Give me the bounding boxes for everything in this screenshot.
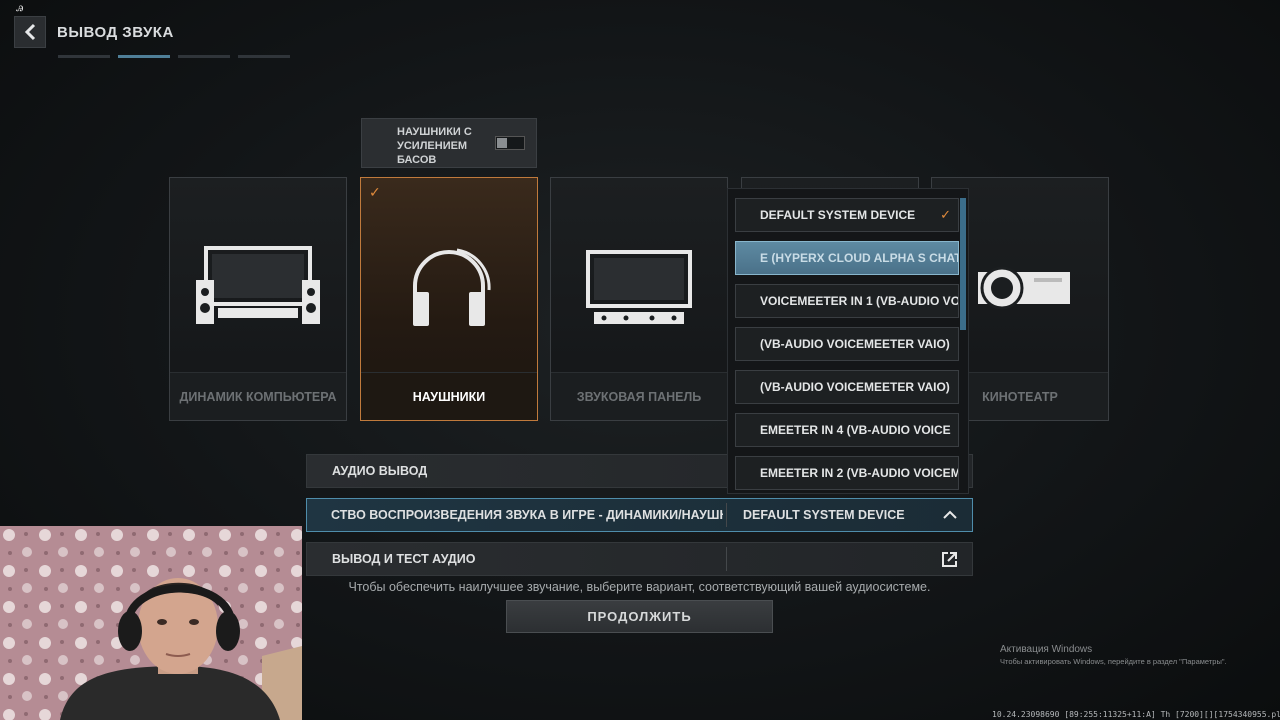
option-label: (VB-AUDIO VOICEMEETER VAIO) bbox=[760, 337, 950, 351]
dropdown-option[interactable]: (VB-AUDIO VOICEMEETER VAIO) bbox=[735, 370, 959, 404]
divider bbox=[726, 547, 727, 571]
back-button[interactable] bbox=[14, 16, 46, 48]
toggle-knob bbox=[497, 138, 507, 148]
dropdown-option[interactable]: EMEETER IN 2 (VB-AUDIO VOICEM bbox=[735, 456, 959, 490]
webcam-overlay bbox=[0, 526, 302, 720]
option-label: DEFAULT SYSTEM DEVICE bbox=[760, 208, 916, 222]
option-label: EMEETER IN 4 (VB-AUDIO VOICE bbox=[760, 423, 951, 437]
playback-device-value: DEFAULT SYSTEM DEVICE bbox=[743, 508, 905, 522]
device-label: ЗВУКОВАЯ ПАНЕЛЬ bbox=[551, 372, 727, 420]
playback-device-label: СТВО ВОСПРОИЗВЕДЕНИЯ ЗВУКА В ИГРЕ - ДИНА… bbox=[331, 508, 723, 522]
device-card-soundbar[interactable]: ЗВУКОВАЯ ПАНЕЛЬ bbox=[550, 177, 728, 421]
step-indicator-1 bbox=[58, 55, 110, 58]
dropdown-option[interactable]: E (HYPERX CLOUD ALPHA S CHAT) bbox=[735, 241, 959, 275]
continue-button[interactable]: ПРОДОЛЖИТЬ bbox=[506, 600, 773, 633]
step-indicator-3 bbox=[178, 55, 230, 58]
device-label: НАУШНИКИ bbox=[361, 372, 537, 420]
build-info: 10.24.23098690 [89:255:11325+11:A] Th [7… bbox=[992, 710, 1280, 719]
device-label: ДИНАМИК КОМПЬЮТЕРА bbox=[170, 372, 346, 420]
device-card-headphones[interactable]: ✓ НАУШНИКИ bbox=[360, 177, 538, 421]
windows-activation-subtitle: Чтобы активировать Windows, перейдите в … bbox=[1000, 657, 1227, 666]
step-indicator-2 bbox=[118, 55, 170, 58]
logo-glyph: ꭿ bbox=[16, 0, 24, 14]
soundbar-tv-icon bbox=[551, 218, 727, 358]
home-theater-speakers-icon bbox=[170, 218, 346, 358]
checkmark-icon: ✓ bbox=[369, 184, 381, 200]
dropdown-option[interactable]: EMEETER IN 4 (VB-AUDIO VOICE bbox=[735, 413, 959, 447]
test-audio-row[interactable]: ВЫВОД И ТЕСТ АУДИО bbox=[306, 542, 973, 576]
test-audio-label: ВЫВОД И ТЕСТ АУДИО bbox=[332, 552, 476, 566]
page-title: ВЫВОД ЗВУКА bbox=[57, 24, 174, 41]
hint-text: Чтобы обеспечить наилучшее звучание, выб… bbox=[348, 580, 931, 594]
step-indicator-4 bbox=[238, 55, 290, 58]
bass-boost-toggle[interactable] bbox=[495, 136, 525, 150]
option-label: (VB-AUDIO VOICEMEETER VAIO) bbox=[760, 380, 950, 394]
option-label: E (HYPERX CLOUD ALPHA S CHAT) bbox=[760, 251, 959, 265]
checkmark-icon: ✓ bbox=[940, 207, 951, 222]
chevron-up-icon[interactable] bbox=[943, 510, 957, 520]
device-card-pc-speakers[interactable]: ДИНАМИК КОМПЬЮТЕРА bbox=[169, 177, 347, 421]
dropdown-option[interactable]: VOICEMEETER IN 1 (VB-AUDIO VO bbox=[735, 284, 959, 318]
headphones-icon bbox=[361, 218, 537, 358]
option-label: EMEETER IN 2 (VB-AUDIO VOICEM bbox=[760, 466, 959, 480]
device-dropdown-list: DEFAULT SYSTEM DEVICE ✓ E (HYPERX CLOUD A… bbox=[727, 188, 969, 494]
playback-device-row[interactable]: СТВО ВОСПРОИЗВЕДЕНИЯ ЗВУКА В ИГРЕ - ДИНА… bbox=[306, 498, 973, 532]
external-link-icon[interactable] bbox=[942, 552, 957, 567]
bass-boost-label: НАУШНИКИ С УСИЛЕНИЕМ БАСОВ bbox=[397, 126, 472, 166]
dropdown-option[interactable]: (VB-AUDIO VOICEMEETER VAIO) bbox=[735, 327, 959, 361]
windows-activation-title: Активация Windows bbox=[1000, 644, 1093, 655]
chevron-left-icon bbox=[24, 23, 36, 41]
dropdown-scrollbar[interactable] bbox=[960, 198, 966, 330]
option-label: VOICEMEETER IN 1 (VB-AUDIO VO bbox=[760, 294, 959, 308]
audio-output-label: АУДИО ВЫВОД bbox=[332, 464, 428, 478]
dropdown-option[interactable]: DEFAULT SYSTEM DEVICE ✓ bbox=[735, 198, 959, 232]
divider bbox=[726, 503, 727, 527]
bass-boost-card: НАУШНИКИ С УСИЛЕНИЕМ БАСОВ bbox=[361, 118, 537, 168]
